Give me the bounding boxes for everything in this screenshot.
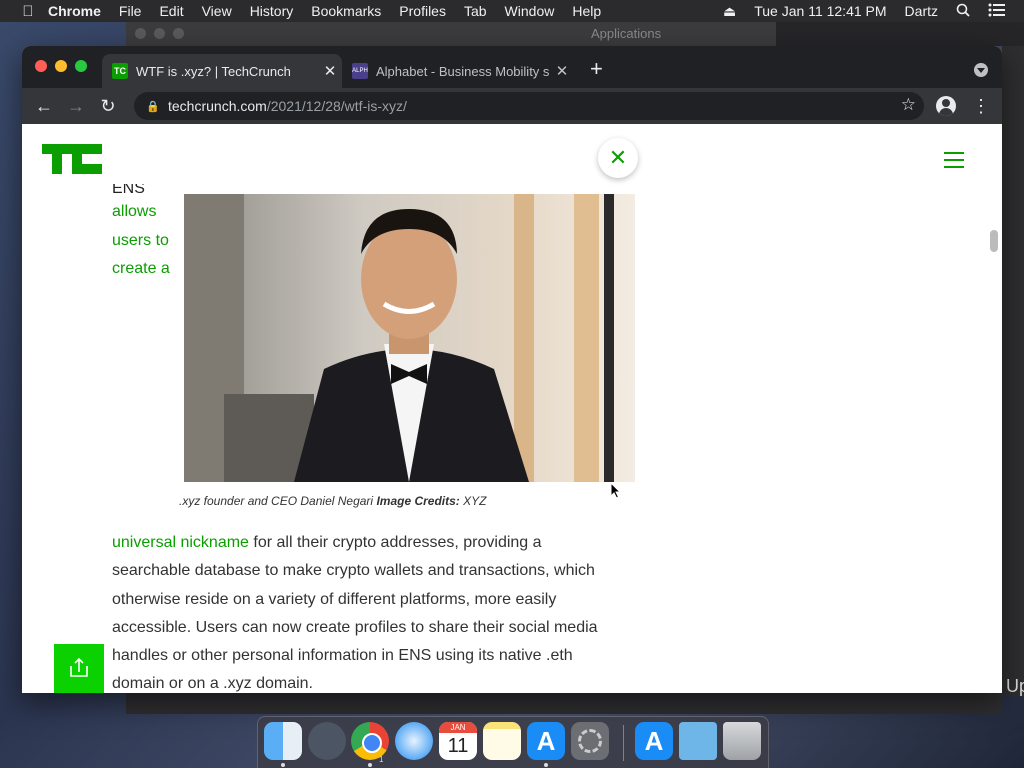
background-window-bottom xyxy=(126,692,1002,714)
forward-icon[interactable]: → xyxy=(64,94,88,118)
tab-alphabet[interactable]: ALPH Alphabet - Business Mobility s ✕ xyxy=(342,54,574,88)
profile-avatar-icon[interactable] xyxy=(936,96,956,116)
calendar-day: 11 xyxy=(447,735,469,757)
lock-icon[interactable]: 🔒 xyxy=(146,100,160,113)
background-window-edge: Up xyxy=(1002,46,1024,696)
article-paragraph: universal nickname for all their crypto … xyxy=(112,529,602,693)
hamburger-icon[interactable] xyxy=(944,152,964,173)
background-window: Applications xyxy=(126,22,776,47)
calendar-month: JAN xyxy=(439,722,477,733)
close-tab-icon[interactable]: ✕ xyxy=(318,62,342,80)
tab-title: Alphabet - Business Mobility s xyxy=(376,63,550,79)
article-link-line[interactable]: allows xyxy=(112,198,182,227)
menu-window[interactable]: Window xyxy=(505,3,555,19)
trash-icon[interactable] xyxy=(723,722,761,760)
minimize-window-button[interactable] xyxy=(55,60,67,72)
bookmark-star-icon[interactable]: ☆ xyxy=(901,95,916,115)
tab-techcrunch[interactable]: TC WTF is .xyz? | TechCrunch ✕ xyxy=(102,54,342,88)
menu-bookmarks[interactable]: Bookmarks xyxy=(311,3,381,19)
background-window-right xyxy=(776,22,1024,46)
tab-search-icon[interactable] xyxy=(974,63,988,77)
running-indicator xyxy=(544,763,548,767)
universal-nickname-link[interactable]: universal nickname xyxy=(112,534,249,551)
menu-clock[interactable]: Tue Jan 11 12:41 PM xyxy=(754,3,886,19)
eject-icon[interactable]: ⏏ xyxy=(723,3,736,20)
techcrunch-logo[interactable] xyxy=(42,144,102,179)
techcrunch-favicon-icon: TC xyxy=(112,63,128,79)
share-button[interactable] xyxy=(54,644,104,693)
close-window-button[interactable] xyxy=(35,60,47,72)
page-content: ✕ ENS allows users to create a .xyz foun… xyxy=(22,124,1002,693)
mouse-cursor-icon xyxy=(610,481,622,505)
article-text-cut: ENS xyxy=(112,184,145,197)
url-path: /2021/12/28/wtf-is-xyz/ xyxy=(266,98,407,114)
system-preferences-icon[interactable] xyxy=(571,722,609,760)
article-link-line[interactable]: create a xyxy=(112,255,182,284)
menu-tab[interactable]: Tab xyxy=(464,3,487,19)
downloads-folder-icon[interactable] xyxy=(679,722,717,760)
control-center-icon[interactable] xyxy=(988,3,1006,20)
launchpad-icon[interactable] xyxy=(308,722,346,760)
dock-separator xyxy=(623,725,624,761)
running-indicator xyxy=(368,763,372,767)
article-link-line[interactable]: users to xyxy=(112,227,182,256)
caption-text: .xyz founder and CEO Daniel Negari xyxy=(179,494,377,508)
menu-file[interactable]: File xyxy=(119,3,142,19)
calendar-icon[interactable]: JAN 11 xyxy=(439,722,477,760)
zoom-window-button[interactable] xyxy=(75,60,87,72)
menu-edit[interactable]: Edit xyxy=(159,3,183,19)
menu-help[interactable]: Help xyxy=(572,3,601,19)
article-photo xyxy=(184,194,635,482)
apple-icon[interactable]:  xyxy=(20,3,36,20)
url-host: techcrunch.com xyxy=(168,98,267,114)
browser-window: TC WTF is .xyz? | TechCrunch ✕ ALPH Alph… xyxy=(22,46,1002,693)
more-menu-icon[interactable]: ⋮ xyxy=(972,94,990,118)
photo-caption: .xyz founder and CEO Daniel Negari Image… xyxy=(179,494,486,508)
menu-user[interactable]: Dartz xyxy=(905,3,938,19)
menu-history[interactable]: History xyxy=(250,3,294,19)
spotlight-search-icon[interactable] xyxy=(956,3,970,20)
address-bar[interactable]: 🔒 techcrunch.com/2021/12/28/wtf-is-xyz/ … xyxy=(134,92,924,120)
page-scrollbar[interactable] xyxy=(990,230,998,252)
macos-dock: 1 JAN 11 A A xyxy=(257,716,769,768)
reload-icon[interactable]: ↻ xyxy=(96,94,120,118)
tab-strip: TC WTF is .xyz? | TechCrunch ✕ ALPH Alph… xyxy=(22,46,1002,88)
app-store-download-icon[interactable]: A xyxy=(635,722,673,760)
app-store-icon[interactable]: A xyxy=(527,722,565,760)
new-tab-button[interactable]: + xyxy=(590,58,603,80)
tab-title: WTF is .xyz? | TechCrunch xyxy=(136,63,291,79)
browser-toolbar: ← → ↻ 🔒 techcrunch.com/2021/12/28/wtf-is… xyxy=(22,88,1002,124)
caption-credits-label: Image Credits: xyxy=(376,494,460,508)
notes-icon[interactable] xyxy=(483,722,521,760)
menu-app-name[interactable]: Chrome xyxy=(48,3,101,19)
alphabet-favicon-icon: ALPH xyxy=(352,63,368,79)
menu-view[interactable]: View xyxy=(202,3,232,19)
background-window-title: Applications xyxy=(591,26,662,41)
caption-credits-value: XYZ xyxy=(459,494,487,508)
close-tab-icon[interactable]: ✕ xyxy=(550,62,574,80)
menu-profiles[interactable]: Profiles xyxy=(399,3,446,19)
article-paragraph-text: for all their crypto addresses, providin… xyxy=(112,534,598,693)
macos-menu-bar:  Chrome File Edit View History Bookmark… xyxy=(0,0,1024,22)
finder-icon[interactable] xyxy=(264,722,302,760)
article-side-text: ENS allows users to create a xyxy=(112,184,182,284)
running-indicator xyxy=(281,763,285,767)
window-controls xyxy=(35,60,87,72)
back-icon[interactable]: ← xyxy=(32,94,56,118)
share-icon xyxy=(70,657,88,677)
close-icon[interactable]: ✕ xyxy=(598,138,638,178)
background-window-controls xyxy=(135,28,184,39)
chrome-badge: 1 xyxy=(379,755,384,764)
background-edge-text: Up xyxy=(1006,676,1024,696)
safari-icon[interactable] xyxy=(395,722,433,760)
